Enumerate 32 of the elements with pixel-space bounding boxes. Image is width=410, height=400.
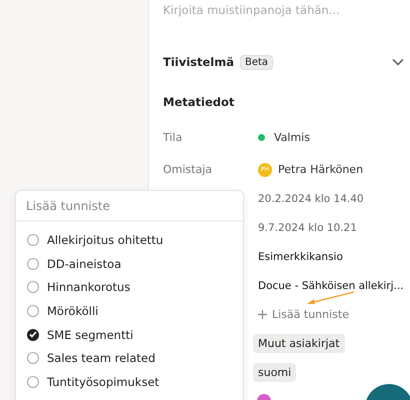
arrow-drawing <box>306 290 356 306</box>
checkbox[interactable] <box>27 304 39 317</box>
option-label[interactable]: Sales team related <box>47 351 156 366</box>
field-label: Tila <box>163 131 182 144</box>
checkbox[interactable] <box>27 281 39 294</box>
option-label[interactable]: Hinnankorotus <box>47 280 130 294</box>
checkbox[interactable] <box>27 258 39 270</box>
field-label: Omistaja <box>163 163 212 176</box>
tag-chip[interactable]: suomi <box>253 363 296 382</box>
date-value: 9.7.2024 klo 10.21 <box>258 222 357 234</box>
field-value: Esimerkkikansio <box>258 250 343 262</box>
plus-icon <box>258 310 267 319</box>
tag-search-field[interactable]: Lisää tunniste <box>16 191 243 222</box>
option-label[interactable]: DD-aineistoa <box>47 256 122 271</box>
option-label[interactable]: Allekirjoitus ohitettu <box>47 232 164 247</box>
checkbox[interactable] <box>27 234 39 246</box>
section-title: Tiivistelmä <box>163 55 234 69</box>
field-value: Docue - Sähköisen allekirj... <box>258 280 404 292</box>
owner-name: Petra Härkönen <box>278 163 364 176</box>
section-title: Metatiedot <box>163 95 236 111</box>
add-tag-button[interactable]: Lisää tunniste <box>258 308 349 321</box>
option-label[interactable]: SME segmentti <box>47 328 134 342</box>
option-label[interactable]: Tuntityösopimukset <box>47 374 160 389</box>
option-label[interactable]: Mörökölli <box>47 304 98 318</box>
date-value: 20.2.2024 klo 14.40 <box>258 192 364 204</box>
chevron-icon[interactable] <box>392 58 404 66</box>
checkbox[interactable] <box>27 328 39 341</box>
checkbox[interactable] <box>27 376 39 388</box>
beta-badge: Beta <box>240 54 274 70</box>
tag-chip[interactable]: Muut asiakirjat <box>253 334 345 353</box>
checkbox[interactable] <box>27 352 39 364</box>
status-value: Valmis <box>274 131 310 144</box>
